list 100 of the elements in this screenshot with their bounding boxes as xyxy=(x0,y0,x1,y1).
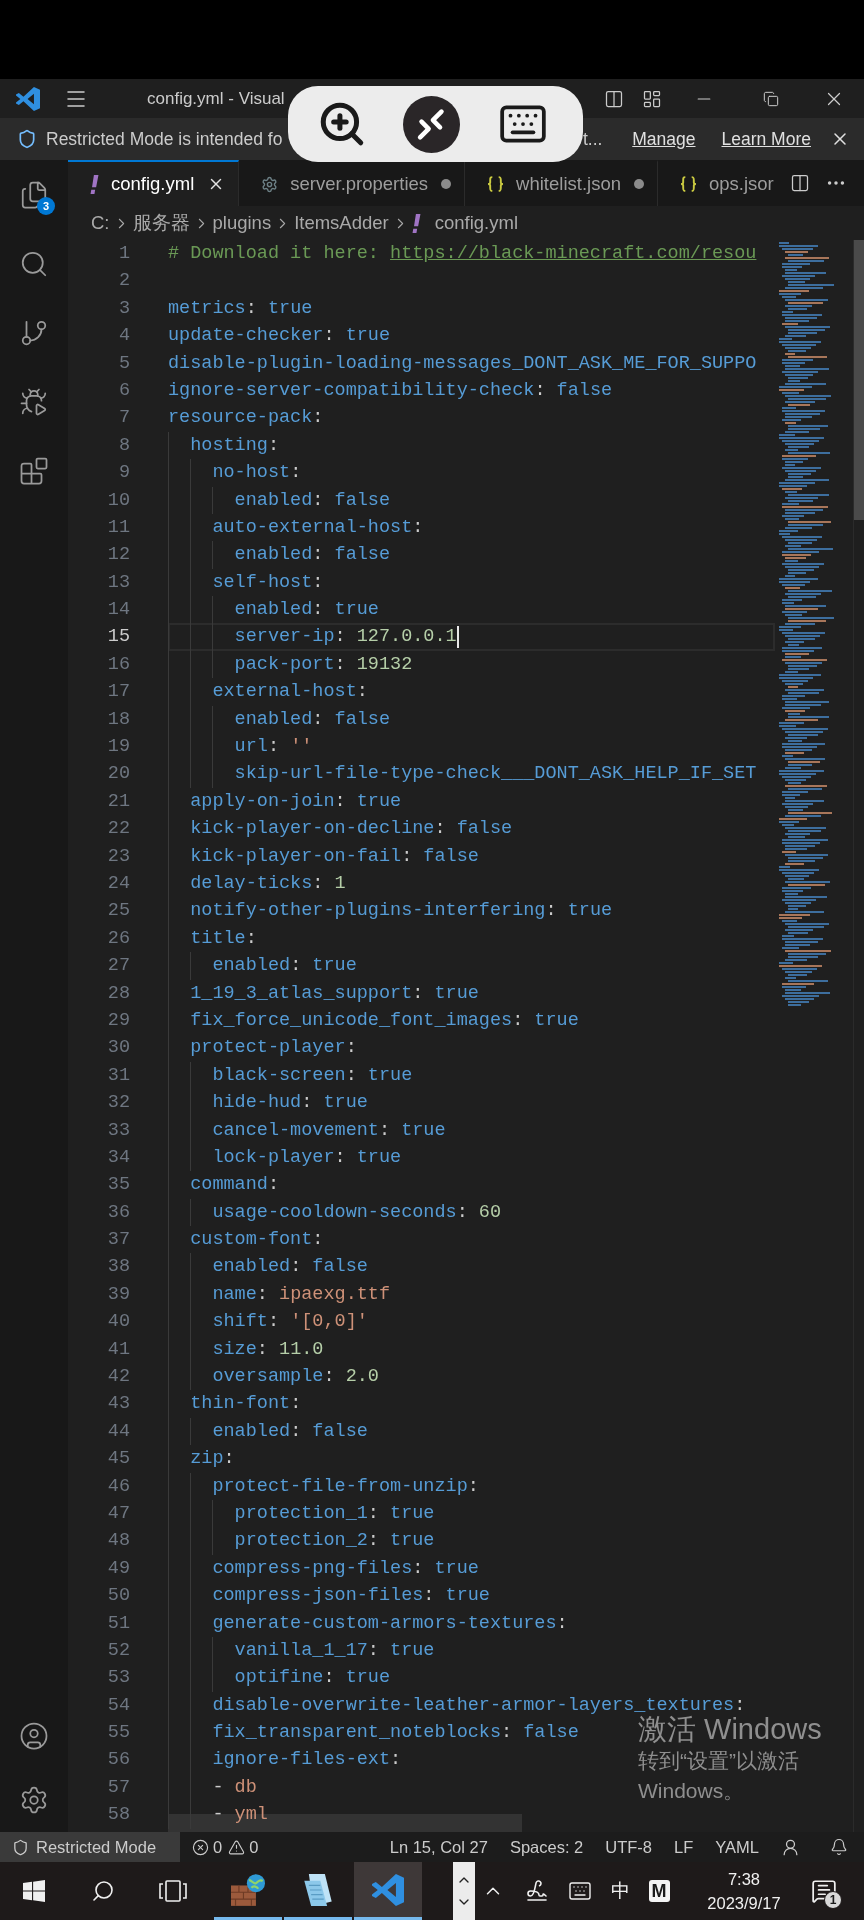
code-link[interactable]: https://black-minecraft.com/resou xyxy=(390,240,757,268)
split-editor-icon[interactable] xyxy=(790,173,810,193)
status-item[interactable]: UTF-8 xyxy=(605,1834,652,1860)
line-number: 50 xyxy=(106,1584,130,1609)
breadcrumb-item[interactable]: 服务器 xyxy=(132,209,190,237)
line-number: 30 xyxy=(106,1036,130,1061)
code-line: enabled: false xyxy=(212,1255,368,1280)
code-line: server-ip: 127.0.0.1 xyxy=(234,625,457,650)
dot-icon[interactable] xyxy=(633,179,644,189)
line-number: 29 xyxy=(106,1008,130,1033)
line-number: 52 xyxy=(106,1638,130,1663)
line-number: 5 xyxy=(117,351,130,376)
line-number: 15 xyxy=(106,625,130,650)
action-link[interactable]: Manage xyxy=(632,125,696,153)
code-line: self-host: xyxy=(212,570,324,595)
status-item[interactable]: LF xyxy=(674,1834,694,1860)
line-number: 34 xyxy=(106,1145,130,1170)
line-number: 21 xyxy=(106,789,130,814)
bug-play-icon[interactable] xyxy=(19,386,49,417)
text-cursor xyxy=(456,626,459,649)
line-number: 6 xyxy=(117,378,130,403)
code-line: external-host: xyxy=(212,680,368,705)
tab[interactable]: config.yml xyxy=(68,160,240,206)
breadcrumb-item[interactable]: plugins xyxy=(212,209,272,237)
exclamation-icon xyxy=(90,174,99,194)
braces-icon xyxy=(487,176,505,192)
line-number: 41 xyxy=(106,1337,130,1362)
taskbar-app[interactable] xyxy=(354,1862,422,1920)
person-icon[interactable] xyxy=(781,1837,800,1857)
code-line: enabled: true xyxy=(234,598,379,623)
code-line: size: 11.0 xyxy=(212,1337,324,1362)
code-line: title: xyxy=(190,926,257,951)
code-line: compress-json-files: true xyxy=(212,1584,490,1609)
shield-icon xyxy=(12,1838,29,1856)
split-panel-icon[interactable] xyxy=(604,88,624,109)
input-method-label[interactable]: 中 xyxy=(610,1876,630,1906)
pen-icon[interactable] xyxy=(525,1879,549,1903)
action-link[interactable]: Learn More xyxy=(721,125,811,153)
start-logo-icon[interactable] xyxy=(23,1880,45,1902)
line-number: 31 xyxy=(106,1063,130,1088)
exclamation-icon xyxy=(411,213,421,233)
user-circle-icon[interactable] xyxy=(19,1721,49,1751)
code-line: - yml xyxy=(212,1803,268,1828)
status-item[interactable]: Spaces: 2 xyxy=(509,1834,584,1860)
line-number: 51 xyxy=(106,1611,130,1636)
line-number: 22 xyxy=(106,817,130,842)
notifications-icon[interactable] xyxy=(811,1878,837,1904)
line-number: 17 xyxy=(106,680,130,705)
line-number: 11 xyxy=(106,515,130,540)
settings-icon[interactable] xyxy=(19,1785,49,1815)
layout-icon[interactable] xyxy=(642,88,662,109)
code-line: custom-font: xyxy=(190,1228,324,1253)
code-line: thin-font: xyxy=(190,1392,302,1417)
scrollbar-thumb[interactable] xyxy=(854,240,864,520)
line-number: 32 xyxy=(106,1091,130,1116)
clock-time[interactable]: 7:38 xyxy=(727,1867,761,1891)
dot-icon[interactable] xyxy=(441,179,452,189)
line-number: 24 xyxy=(106,872,130,896)
problems-button[interactable]: 0 0 xyxy=(192,1834,259,1860)
clock-date[interactable]: 2023/9/17 xyxy=(707,1891,781,1915)
status-item[interactable]: Ln 15, Col 27 xyxy=(389,1834,488,1860)
code-line: notify-other-plugins-interfering: true xyxy=(190,899,613,924)
files-icon[interactable] xyxy=(19,179,49,210)
code-line: hide-hud: true xyxy=(212,1091,368,1116)
breadcrumb-item[interactable]: C: xyxy=(91,209,110,237)
code-line: no-host: xyxy=(212,461,302,486)
code-line: cancel-movement: true xyxy=(212,1118,446,1143)
line-number: 58 xyxy=(106,1803,130,1828)
line-number: 26 xyxy=(106,926,130,951)
bell-icon[interactable] xyxy=(830,1838,848,1856)
blocks-icon[interactable] xyxy=(19,455,49,486)
code-line: fix_force_unicode_font_images: true xyxy=(190,1008,579,1033)
line-number: 44 xyxy=(106,1419,130,1444)
line-number: 48 xyxy=(106,1529,130,1554)
app-logo-icon xyxy=(372,1873,404,1906)
breadcrumb-item[interactable]: config.yml xyxy=(411,209,519,237)
input-mode-label[interactable]: M xyxy=(648,1880,670,1902)
double-chevron-icon[interactable] xyxy=(403,95,460,153)
code-line: protection_2: true xyxy=(234,1529,435,1554)
code-line: command: xyxy=(190,1173,280,1198)
code-line: enabled: true xyxy=(212,954,357,979)
line-number: 7 xyxy=(117,406,130,431)
restore-icon[interactable] xyxy=(762,90,779,107)
line-number: 9 xyxy=(117,461,130,486)
search-icon[interactable] xyxy=(91,1879,115,1903)
restricted-mode-button[interactable]: Restricted Mode xyxy=(0,1832,180,1862)
code-line: auto-external-host: xyxy=(212,515,424,540)
status-item[interactable]: YAML xyxy=(715,1834,759,1860)
line-number: 54 xyxy=(106,1693,130,1718)
task-view-icon[interactable] xyxy=(159,1880,187,1902)
line-number: 4 xyxy=(117,324,130,349)
minimap-drawing[interactable] xyxy=(779,242,835,1006)
code-line: disable-overwrite-leather-armor-layers_textures: xyxy=(212,1693,746,1716)
app-logo-icon xyxy=(16,86,40,111)
code-line: lock-player: true xyxy=(212,1145,402,1170)
breadcrumb-item[interactable]: ItemsAdder xyxy=(294,209,389,237)
notepad-icon xyxy=(303,1873,333,1906)
line-number: 8 xyxy=(117,433,130,458)
code-line: pack-port: 19132 xyxy=(234,652,413,677)
code-line: compress-png-files: true xyxy=(212,1556,479,1581)
